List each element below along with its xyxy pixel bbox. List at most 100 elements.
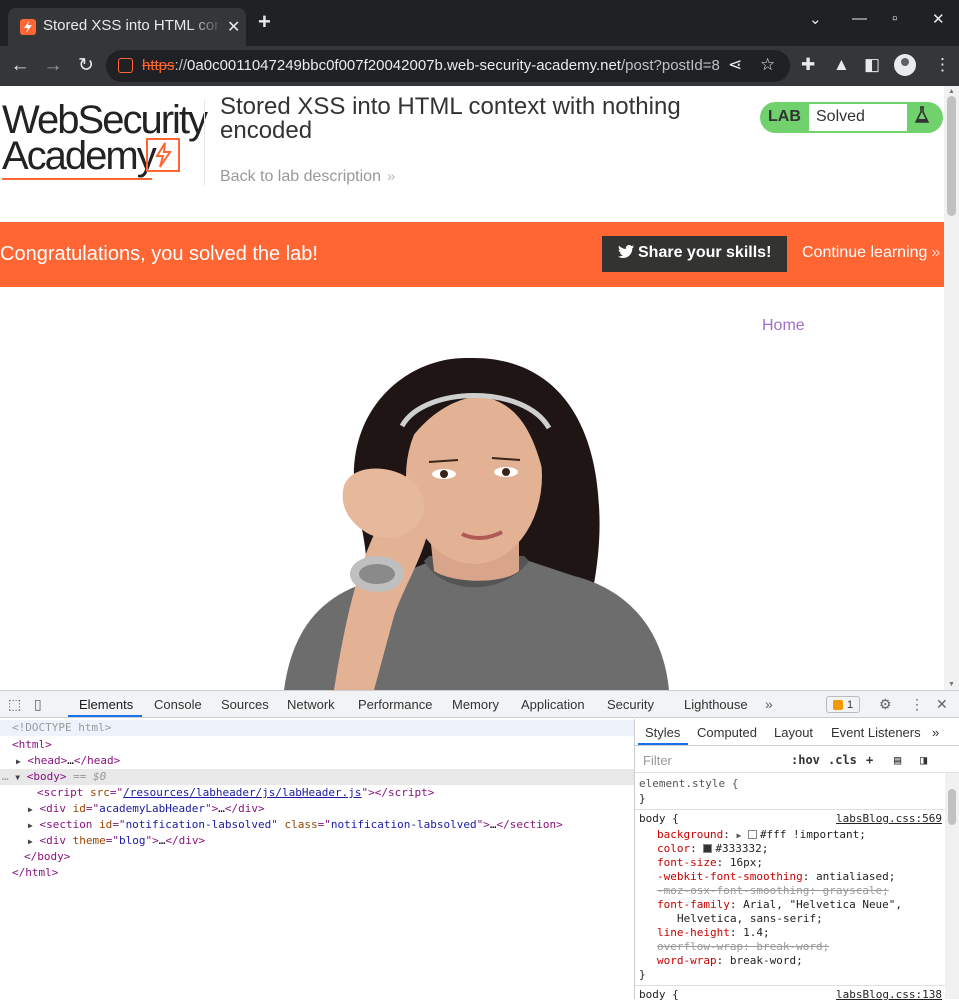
- address-bar[interactable]: https://0a0c0011047249bbc0f007f20042007b…: [106, 50, 790, 82]
- flask-icon: [914, 106, 930, 129]
- devtools-tab-sources[interactable]: Sources: [221, 697, 269, 712]
- dom-node-html[interactable]: <html>: [0, 737, 634, 753]
- css-prop-font-family[interactable]: font-family: Arial, "Helvetica Neue",: [657, 898, 902, 912]
- nav-home-link[interactable]: Home: [762, 317, 805, 335]
- color-swatch[interactable]: [703, 844, 713, 853]
- rule1-selector[interactable]: body {: [639, 812, 679, 826]
- collapse-triangle-icon[interactable]: ▼: [15, 773, 20, 782]
- tab-search-icon[interactable]: ⌄: [809, 10, 822, 28]
- tab-close-icon[interactable]: ✕: [227, 17, 240, 37]
- browser-tab[interactable]: Stored XSS into HTML con ✕: [8, 8, 246, 46]
- side-panel-icon[interactable]: ◧: [864, 55, 880, 75]
- devtools-tab-security[interactable]: Security: [607, 697, 654, 712]
- expand-triangle-icon[interactable]: ▶: [16, 757, 21, 766]
- css-prop-moz-font-smoothing[interactable]: -moz-osx-font-smoothing: grayscale;: [657, 884, 889, 898]
- inspect-element-icon[interactable]: ⬚: [8, 696, 21, 713]
- devtools-tab-lighthouse[interactable]: Lighthouse: [684, 697, 748, 712]
- expand-triangle-icon[interactable]: ▶: [28, 821, 33, 830]
- css-prop-overflow-wrap[interactable]: overflow-wrap: break-word;: [657, 940, 829, 954]
- devtools-tab-performance[interactable]: Performance: [358, 697, 432, 712]
- issues-badge[interactable]: 1: [826, 696, 860, 713]
- css-prop-webkit-font-smoothing[interactable]: -webkit-font-smoothing: antialiased;: [657, 870, 895, 884]
- styles-more-icon[interactable]: »: [932, 725, 939, 740]
- devtools-tab-console[interactable]: Console: [154, 697, 202, 712]
- bookmark-star-icon[interactable]: ☆: [760, 55, 775, 75]
- css-prop-background[interactable]: background: ▶ #fff !important;: [657, 828, 866, 842]
- expand-triangle-icon[interactable]: ▶: [736, 831, 741, 840]
- window-close-icon[interactable]: ✕: [932, 10, 945, 28]
- scroll-down-icon[interactable]: ▼: [948, 681, 955, 688]
- css-prop-word-wrap[interactable]: word-wrap: break-word;: [657, 954, 803, 968]
- rule2-selector[interactable]: body {: [639, 988, 679, 1002]
- web-security-academy-logo[interactable]: WebSecurity Academy: [0, 98, 208, 180]
- maximize-icon[interactable]: ▫: [892, 10, 897, 27]
- page-scrollbar[interactable]: ▲ ▼: [944, 86, 959, 690]
- devtools-close-icon[interactable]: ✕: [936, 696, 948, 713]
- rule1-source-link[interactable]: labsBlog.css:569: [836, 812, 942, 825]
- dom-node-html-close[interactable]: </html>: [0, 865, 634, 881]
- script-src-attr: src: [89, 786, 110, 799]
- toggle-sidebar-icon[interactable]: ◨: [920, 753, 927, 767]
- dom-node-head[interactable]: ▶ <head>…</head>: [0, 753, 634, 769]
- lab-badge: LAB: [768, 108, 801, 125]
- element-style-selector[interactable]: element.style {: [639, 777, 738, 791]
- cls-toggle-button[interactable]: .cls: [828, 753, 857, 767]
- styles-tab-layout[interactable]: Layout: [774, 725, 813, 740]
- share-icon[interactable]: ⋖: [728, 55, 742, 75]
- settings-gear-icon[interactable]: ⚙: [879, 696, 892, 713]
- devtools-panel: ⬚ ▯ Elements Console Sources Network Per…: [0, 690, 959, 1001]
- device-toolbar-icon[interactable]: ▯: [34, 696, 42, 713]
- hov-toggle-button[interactable]: :hov: [791, 753, 820, 767]
- forward-arrow-icon[interactable]: →: [39, 52, 67, 80]
- new-tab-icon[interactable]: +: [258, 9, 271, 35]
- color-swatch[interactable]: [747, 830, 757, 839]
- extensions-puzzle-icon[interactable]: ✚: [801, 55, 815, 75]
- dom-node-script[interactable]: <script src="/resources/labheader/js/lab…: [0, 785, 634, 801]
- page-viewport: WebSecurity Academy Stored XSS into HTML…: [0, 86, 959, 690]
- expand-triangle-icon[interactable]: ▶: [28, 805, 33, 814]
- back-arrow-icon[interactable]: ←: [6, 52, 34, 80]
- new-rule-plus-icon[interactable]: +: [866, 753, 873, 767]
- devtools-tab-memory[interactable]: Memory: [452, 697, 499, 712]
- scroll-up-icon[interactable]: ▲: [948, 88, 955, 95]
- css-prop-color[interactable]: color: #333332;: [657, 842, 768, 856]
- expand-triangle-icon[interactable]: ▶: [28, 837, 33, 846]
- reload-icon[interactable]: ↻: [72, 52, 100, 80]
- devtools-menu-icon[interactable]: ⋮: [910, 696, 924, 713]
- devtools-tab-elements[interactable]: Elements: [79, 697, 133, 712]
- browser-menu-icon[interactable]: ⋮: [934, 55, 951, 75]
- profile-avatar-icon[interactable]: [894, 54, 916, 76]
- css-prop-font-size[interactable]: font-size: 16px;: [657, 856, 763, 870]
- lab-solved-banner: Congratulations, you solved the lab! Sha…: [0, 222, 944, 287]
- scrollbar-thumb[interactable]: [947, 96, 956, 216]
- not-secure-icon[interactable]: [118, 58, 133, 73]
- share-skills-button[interactable]: Share your skills!: [602, 236, 787, 272]
- css-prop-line-height[interactable]: line-height: 1.4;: [657, 926, 770, 940]
- computed-styles-icon[interactable]: ▤: [894, 753, 901, 767]
- minimize-icon[interactable]: —: [852, 10, 867, 27]
- styles-tab-styles[interactable]: Styles: [645, 725, 680, 740]
- lab-favicon-icon: [20, 19, 36, 35]
- dom-node-section-notification[interactable]: ▶ <section id="notification-labsolved" c…: [0, 817, 634, 833]
- dom-node-doctype[interactable]: <!DOCTYPE html>: [0, 720, 634, 736]
- styles-filter-input[interactable]: Filter: [643, 753, 672, 768]
- url-text[interactable]: https://0a0c0011047249bbc0f007f20042007b…: [142, 57, 720, 74]
- back-to-lab-description-link[interactable]: Back to lab description »: [220, 168, 395, 186]
- dom-node-body-close[interactable]: </body>: [0, 849, 634, 865]
- styles-active-indicator: [638, 743, 688, 745]
- styles-scrollbar-thumb[interactable]: [948, 789, 956, 825]
- continue-learning-link[interactable]: Continue learning»: [802, 244, 940, 262]
- dom-node-body-selected[interactable]: … ▼ <body> == $0: [0, 769, 634, 785]
- devtools-tab-network[interactable]: Network: [287, 697, 335, 712]
- script-src-link[interactable]: /resources/labheader/js/labHeader.js: [123, 786, 361, 799]
- more-tabs-chevron-icon[interactable]: »: [765, 696, 773, 712]
- styles-scrollbar[interactable]: [945, 773, 959, 999]
- dom-node-div-academy-header[interactable]: ▶ <div id="academyLabHeader">…</div>: [0, 801, 634, 817]
- styles-tab-computed[interactable]: Computed: [697, 725, 757, 740]
- flask-icon[interactable]: ▲: [833, 55, 850, 75]
- styles-tab-event-listeners[interactable]: Event Listeners: [831, 725, 921, 740]
- dom-node-div-theme[interactable]: ▶ <div theme="blog">…</div>: [0, 833, 634, 849]
- rule2-source-link[interactable]: labsBlog.css:138: [836, 988, 942, 1001]
- node-actions-dots-icon[interactable]: …: [2, 770, 9, 783]
- devtools-tab-application[interactable]: Application: [521, 697, 585, 712]
